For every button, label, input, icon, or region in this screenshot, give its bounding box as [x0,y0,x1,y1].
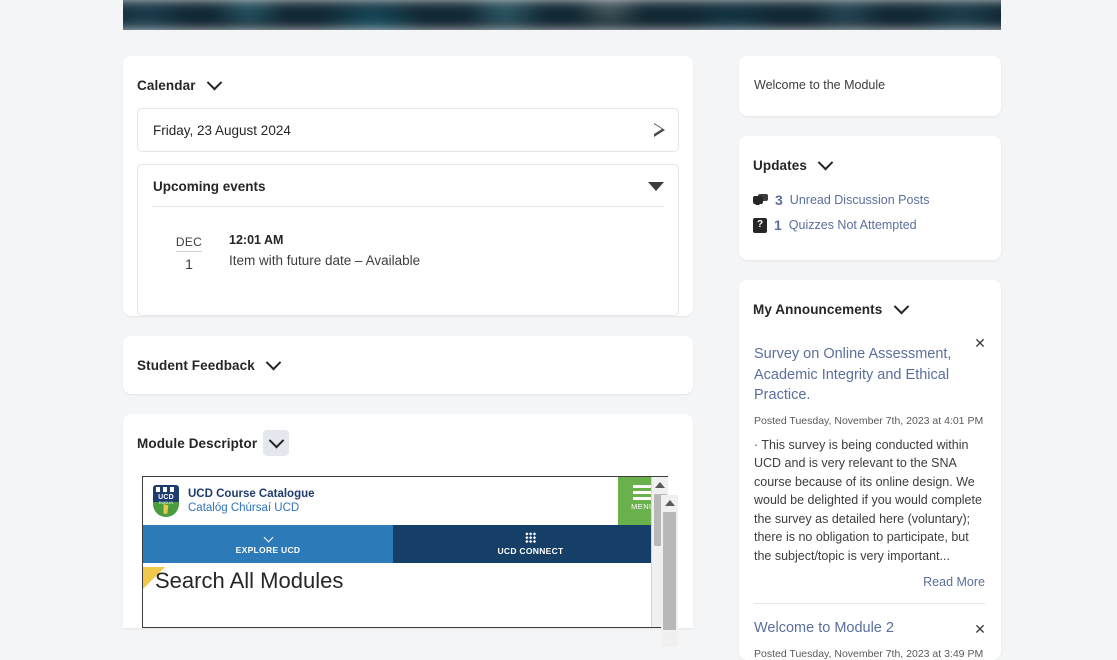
triangle-right-icon[interactable] [653,123,666,138]
update-row-discussions[interactable]: 3 Unread Discussion Posts [753,192,1001,208]
unread-discussion-label[interactable]: Unread Discussion Posts [790,193,930,207]
calendar-title: Calendar [137,78,196,93]
left-column: Calendar Friday, 23 August 2024 Upcoming… [123,56,693,628]
calendar-collapse-button[interactable] [202,72,228,98]
student-feedback-title: Student Feedback [137,358,255,373]
ucd-page-heading: Search All Modules [155,568,343,594]
close-icon[interactable]: ✕ [971,620,989,638]
student-feedback-card: Student Feedback [123,336,693,394]
module-descriptor-header: Module Descriptor [123,414,693,466]
announcements-title: My Announcements [753,302,882,317]
scroll-up-arrow-icon[interactable] [655,482,665,488]
event-details: 12:01 AM Item with future date – Availab… [211,233,420,272]
student-feedback-header: Student Feedback [123,336,693,394]
right-column: Welcome to the Module Updates 3 Unread D… [739,56,1001,660]
event-month: DEC [176,235,202,252]
module-descriptor-card: Module Descriptor UCD DUBLIN UCD Course … [123,414,693,628]
upcoming-events-box: Upcoming events DEC 1 12:01 AM Item with… [137,164,679,316]
updates-card: Updates 3 Unread Discussion Posts ? 1 Qu… [739,136,1001,260]
updates-collapse-button[interactable] [813,152,839,178]
chevron-down-icon [268,432,284,448]
event-list-item[interactable]: DEC 1 12:01 AM Item with future date – A… [138,207,678,272]
upcoming-events-header: Upcoming events [138,165,678,206]
hamburger-icon [633,491,653,494]
updates-list: 3 Unread Discussion Posts ? 1 Quizzes No… [739,188,1001,260]
ucd-site-name-irish: Catalóg Chúrsaí UCD [188,501,315,515]
upcoming-events-title: Upcoming events [153,179,266,194]
scroll-up-arrow-icon[interactable] [665,500,675,506]
ucd-site-header: UCD DUBLIN UCD Course Catalogue Catalóg … [143,477,668,525]
read-more-link[interactable]: Read More [754,575,985,589]
announcement-title[interactable]: Welcome to Module 2 [754,618,985,639]
ucd-page-body: Search All Modules [143,563,668,628]
welcome-text: Welcome to the Module [754,78,983,92]
chevron-down-icon [266,354,282,370]
banner-image [123,0,1001,30]
welcome-card: Welcome to the Module [739,56,1001,116]
update-row-quizzes[interactable]: ? 1 Quizzes Not Attempted [753,217,1001,233]
announcement-item: ✕ Survey on Online Assessment, Academic … [739,332,1001,589]
chevron-down-icon [263,532,273,542]
announcement-title[interactable]: Survey on Online Assessment, Academic In… [754,344,985,406]
panel-scrollbar[interactable] [661,495,678,647]
unread-discussion-count: 3 [775,192,783,208]
triangle-down-icon[interactable] [648,182,664,191]
event-day: 1 [167,256,211,272]
updates-header: Updates [739,136,1001,188]
module-descriptor-collapse-button[interactable] [263,430,289,456]
ucd-logo-subtext: DUBLIN [153,501,179,505]
ucd-nav-bar: EXPLORE UCD UCD CONNECT [143,525,668,563]
ucd-logo-icon: UCD DUBLIN [153,485,179,517]
announcements-card: My Announcements ✕ Survey on Online Asse… [739,280,1001,660]
chevron-down-icon [894,298,910,314]
nav-explore-ucd[interactable]: EXPLORE UCD [143,525,393,563]
calendar-card: Calendar Friday, 23 August 2024 Upcoming… [123,56,693,316]
chevron-down-icon [818,154,834,170]
event-date: DEC 1 [167,233,211,272]
student-feedback-collapse-button[interactable] [261,352,287,378]
quizzes-not-attempted-count: 1 [774,217,782,233]
announcement-meta: Posted Tuesday, November 7th, 2023 at 3:… [754,648,985,660]
announcement-item: ✕ Welcome to Module 2 Posted Tuesday, No… [739,604,1001,660]
calendar-current-date: Friday, 23 August 2024 [153,123,291,138]
nav-explore-ucd-label: EXPLORE UCD [236,545,301,555]
announcement-body: · This survey is being conducted within … [754,436,985,566]
event-name: Item with future date – Available [229,253,420,268]
ucd-logo-text: UCD [153,494,179,501]
module-descriptor-title: Module Descriptor [137,436,257,451]
discussion-icon [753,194,768,207]
module-descriptor-iframe[interactable]: UCD DUBLIN UCD Course Catalogue Catalóg … [142,476,668,628]
announcement-meta: Posted Tuesday, November 7th, 2023 at 4:… [754,415,985,427]
scrollbar-thumb[interactable] [663,512,676,630]
calendar-header: Calendar [123,56,693,108]
nav-ucd-connect-label: UCD CONNECT [497,546,563,556]
grid-icon [525,532,536,543]
quizzes-not-attempted-label[interactable]: Quizzes Not Attempted [789,218,917,232]
calendar-date-bar[interactable]: Friday, 23 August 2024 [137,108,679,152]
announcements-collapse-button[interactable] [888,296,914,322]
announcements-header: My Announcements [739,280,1001,332]
module-banner [123,0,1001,30]
ucd-site-title-block: UCD Course Catalogue Catalóg Chúrsaí UCD [188,487,315,516]
quiz-icon: ? [753,218,767,233]
ucd-site-name: UCD Course Catalogue [188,487,315,501]
event-time: 12:01 AM [229,233,420,247]
updates-title: Updates [753,158,807,173]
close-icon[interactable]: ✕ [971,334,989,352]
chevron-down-icon [207,74,223,90]
nav-ucd-connect[interactable]: UCD CONNECT [393,525,668,563]
